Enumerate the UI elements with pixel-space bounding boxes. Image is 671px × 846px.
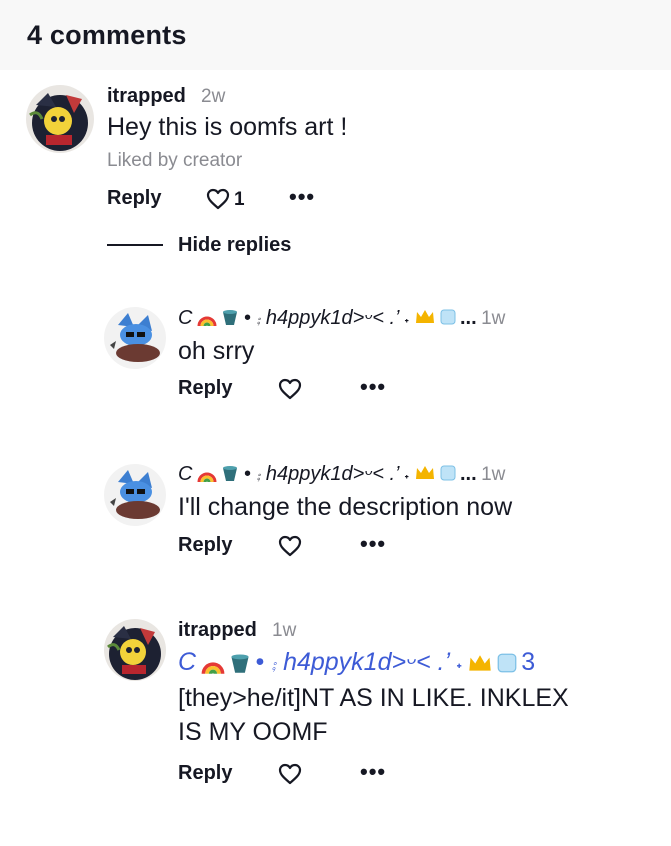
comment-text: Hey this is oomfs art !: [107, 113, 348, 141]
avatar-image: [26, 85, 94, 153]
reply-button[interactable]: Reply: [178, 762, 232, 785]
rainbow-emoji: [197, 308, 217, 331]
avatar-image: [104, 619, 166, 681]
like-count: 1: [234, 189, 245, 210]
mention-prefix: Ϲ: [178, 648, 197, 676]
more-icon[interactable]: •••: [360, 531, 386, 557]
ice-cube-emoji: [497, 653, 517, 678]
reply-username-row[interactable]: Ϲ • ⨾ h4ppyk1d>ᵕ< .’ ˖ ... 1w: [178, 463, 505, 487]
comment-time: 1w: [272, 620, 297, 641]
comment-text-line-2: IS MY OOMF: [178, 718, 328, 746]
username-prefix: Ϲ: [178, 463, 193, 485]
reply-button[interactable]: Reply: [178, 534, 232, 557]
reply-username-row[interactable]: Ϲ • ⨾ h4ppyk1d>ᵕ< .’ ˖ ... 1w: [178, 307, 505, 331]
more-icon[interactable]: •••: [360, 374, 386, 400]
mention-username: • ⨾ h4ppyk1d>ᵕ< .’ ˖: [255, 648, 464, 676]
comment-time: 1w: [481, 308, 506, 329]
hide-replies-divider: [107, 244, 163, 246]
reply-button[interactable]: Reply: [178, 377, 232, 400]
comment-text: I'll change the description now: [178, 493, 513, 521]
heart-icon[interactable]: [206, 188, 230, 210]
comments-count-title: 4 comments: [27, 20, 187, 50]
hide-replies-button[interactable]: Hide replies: [178, 234, 291, 257]
crown-emoji: [468, 654, 492, 678]
avatar[interactable]: [104, 307, 166, 369]
liked-by-creator: Liked by creator: [107, 150, 243, 171]
bucket-emoji: [221, 464, 239, 487]
mention-link[interactable]: Ϲ • ⨾ h4ppyk1d>ᵕ< .’ ˖ 3: [178, 648, 535, 679]
avatar-image: [104, 464, 166, 526]
more-icon[interactable]: •••: [289, 184, 315, 210]
crown-emoji: [415, 309, 435, 330]
reply-username: • ⨾ h4ppyk1d>ᵕ< .’ ˖: [243, 463, 411, 485]
more-icon[interactable]: •••: [360, 759, 386, 785]
bucket-emoji: [221, 308, 239, 331]
mention-suffix: 3: [521, 648, 536, 676]
comment-time: 1w: [481, 464, 506, 485]
comment-text: oh srry: [178, 337, 255, 365]
reply-button[interactable]: Reply: [107, 187, 161, 210]
avatar[interactable]: [104, 464, 166, 526]
comment-time: 2w: [201, 86, 226, 107]
avatar[interactable]: [26, 85, 94, 153]
username-prefix: Ϲ: [178, 307, 193, 329]
heart-icon[interactable]: [278, 378, 302, 400]
rainbow-emoji: [197, 464, 217, 487]
ice-cube-emoji: [440, 309, 456, 330]
heart-icon[interactable]: [278, 535, 302, 557]
heart-icon[interactable]: [278, 763, 302, 785]
reply-username: • ⨾ h4ppyk1d>ᵕ< .’ ˖: [243, 307, 411, 329]
avatar[interactable]: [104, 619, 166, 681]
username-ellipsis: ...: [459, 463, 477, 485]
comment-username[interactable]: itrapped: [107, 85, 186, 108]
bucket-emoji: [229, 652, 251, 679]
comment-username[interactable]: itrapped: [178, 619, 257, 642]
ice-cube-emoji: [440, 465, 456, 486]
rainbow-emoji: [201, 652, 225, 679]
crown-emoji: [415, 465, 435, 486]
username-ellipsis: ...: [459, 307, 477, 329]
avatar-image: [104, 307, 166, 369]
comment-text-line-1: [they>he/it]NT AS IN LIKE. INKLEX: [178, 684, 569, 712]
